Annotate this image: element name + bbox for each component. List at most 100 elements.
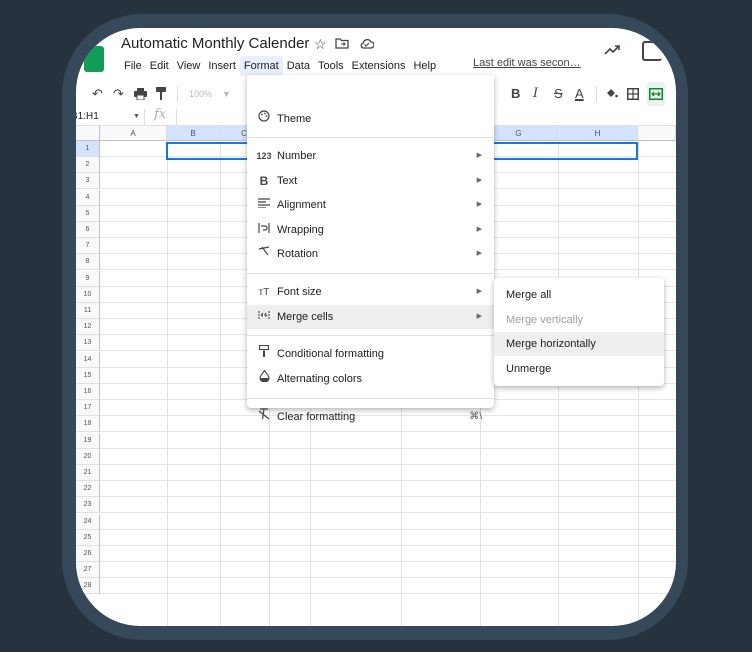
row-header[interactable]: 5 (76, 205, 100, 222)
chevron-down-icon: ▼ (222, 89, 231, 99)
select-all-corner[interactable] (76, 126, 100, 141)
menu-item-label: Text (277, 175, 298, 187)
row-header[interactable]: 17 (76, 400, 100, 417)
row-header[interactable]: 24 (76, 513, 100, 530)
column-header[interactable]: H (558, 126, 638, 141)
menu-format[interactable]: Format (239, 56, 283, 76)
row-header[interactable]: 11 (76, 303, 100, 319)
zoom-select[interactable]: 100% (189, 82, 212, 106)
grid-row-line (100, 496, 676, 498)
menu-extensions[interactable]: Extensions (348, 56, 410, 76)
row-header[interactable]: 14 (76, 351, 100, 368)
row-header[interactable]: 22 (76, 481, 100, 498)
strikethrough-button[interactable]: S (554, 82, 563, 106)
format-menu-item-conditional-formatting[interactable]: Conditional formatting (247, 342, 494, 366)
row-header[interactable]: 18 (76, 416, 100, 433)
undo-icon[interactable]: ↶ (92, 82, 103, 106)
paint-format-icon[interactable] (156, 82, 167, 106)
sheets-logo[interactable] (84, 46, 104, 72)
row-header[interactable]: 28 (76, 578, 100, 595)
merge-cells-icon[interactable] (647, 82, 665, 106)
format-menu-item-text[interactable]: B Text ▶ (247, 169, 494, 193)
submenu-item-merge-horizontally[interactable]: Merge horizontally (494, 332, 664, 356)
menu-tools[interactable]: Tools (314, 56, 348, 76)
submenu-arrow-icon: ▶ (476, 250, 482, 257)
row-header[interactable]: 21 (76, 465, 100, 481)
borders-icon[interactable] (627, 82, 639, 106)
paint-roller-icon (256, 342, 272, 366)
merge-cells-submenu: Merge all Merge vertically Merge horizonta… (494, 278, 664, 386)
align-icon (256, 193, 272, 217)
row-header[interactable]: 7 (76, 238, 100, 255)
submenu-item-unmerge[interactable]: Unmerge (494, 357, 664, 381)
format-menu: Theme 123 Number ▶ B Text ▶ Alignment ▶ Wrapping ▶… (247, 75, 494, 423)
menu-file[interactable]: File (120, 56, 146, 76)
column-header[interactable]: B (167, 126, 220, 141)
row-header[interactable]: 20 (76, 448, 100, 465)
row-header[interactable]: 16 (76, 384, 100, 400)
bold-button[interactable]: B (511, 82, 520, 106)
row-header[interactable]: 27 (76, 562, 100, 579)
row-header[interactable]: 6 (76, 222, 100, 238)
row-header[interactable]: 10 (76, 286, 100, 303)
trend-icon[interactable] (604, 42, 622, 60)
menu-view[interactable]: View (173, 56, 205, 76)
format-menu-item-alignment[interactable]: Alignment ▶ (247, 193, 494, 217)
shortcut-label: ⌘\ (469, 411, 482, 422)
menu-help[interactable]: Help (409, 56, 440, 76)
row-header[interactable]: 13 (76, 335, 100, 352)
document-title[interactable]: Automatic Monthly Calender (121, 35, 309, 52)
clear-format-icon (256, 405, 272, 429)
bold-text-icon: B (259, 174, 269, 188)
cloud-status-icon[interactable] (359, 36, 375, 52)
submenu-arrow-icon: ▶ (476, 226, 482, 233)
row-header[interactable]: 12 (76, 319, 100, 336)
redo-icon[interactable]: ↷ (113, 82, 124, 106)
submenu-arrow-icon: ▶ (476, 201, 482, 208)
format-menu-item-wrapping[interactable]: Wrapping ▶ (247, 218, 494, 242)
submenu-arrow-icon: ▶ (476, 152, 482, 159)
text-color-button[interactable]: A (575, 82, 584, 106)
move-folder-icon[interactable] (335, 36, 349, 52)
format-menu-item-font-size[interactable]: тT Font size ▶ (247, 280, 494, 304)
row-header[interactable]: 3 (76, 173, 100, 190)
row-header[interactable]: 23 (76, 497, 100, 514)
row-header[interactable]: 1 (76, 141, 100, 157)
wrap-icon (256, 218, 272, 242)
row-header[interactable]: 25 (76, 529, 100, 546)
grid-row-line (100, 463, 676, 465)
row-header[interactable]: 9 (76, 270, 100, 287)
menu-insert[interactable]: Insert (204, 56, 240, 76)
menu-edit[interactable]: Edit (146, 56, 173, 76)
row-header[interactable]: 4 (76, 189, 100, 206)
menu-item-label: Font size (277, 286, 322, 298)
format-menu-item-merge-cells[interactable]: Merge cells ▶ (247, 305, 494, 329)
column-header[interactable] (638, 126, 676, 141)
merge-icon (256, 305, 272, 329)
menu-bar: File Edit View Insert Format Data Tools … (120, 56, 440, 76)
menu-item-label: Merge cells (277, 311, 334, 323)
row-header[interactable]: 19 (76, 432, 100, 449)
comments-icon[interactable] (642, 41, 662, 61)
format-menu-item-number[interactable]: 123 Number ▶ (247, 144, 494, 168)
submenu-item-merge-all[interactable]: Merge all (494, 283, 664, 307)
row-header[interactable]: 26 (76, 546, 100, 562)
format-menu-item-rotation[interactable]: Rotation ▶ (247, 242, 494, 266)
column-header[interactable]: A (100, 126, 167, 141)
row-header[interactable]: 15 (76, 367, 100, 384)
last-edit-link[interactable]: Last edit was secon… (473, 57, 581, 69)
format-menu-item-alternating-colors[interactable]: Alternating colors (247, 367, 494, 391)
menu-data[interactable]: Data (283, 56, 314, 76)
menu-item-label: Rotation (277, 248, 318, 260)
row-header[interactable]: 8 (76, 254, 100, 271)
grid-row-line (100, 544, 676, 546)
fill-color-icon[interactable] (605, 82, 618, 106)
star-icon[interactable]: ☆ (314, 36, 327, 53)
format-menu-item-theme[interactable]: Theme (247, 107, 494, 131)
menu-item-label: Alternating colors (277, 373, 362, 385)
italic-button[interactable]: I (533, 82, 538, 106)
print-icon[interactable] (134, 82, 147, 106)
format-menu-item-clear-formatting[interactable]: Clear formatting ⌘\ (247, 405, 494, 429)
grid-row-line (100, 431, 676, 433)
row-header[interactable]: 2 (76, 157, 100, 174)
